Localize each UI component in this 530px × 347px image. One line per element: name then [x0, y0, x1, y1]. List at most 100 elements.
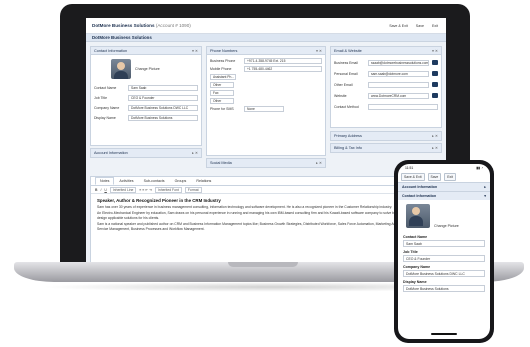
phone-save-button[interactable]: Save [427, 173, 442, 181]
record-toolbar: Save & Exit Save Exit [387, 23, 440, 29]
phone-contact-photo [406, 204, 430, 228]
field-input[interactable]: Sam Saab [128, 85, 198, 91]
expand-icon[interactable]: ▸ ✕ [432, 146, 438, 150]
field-input[interactable]: Fax [210, 90, 234, 96]
email-icon[interactable] [432, 60, 438, 65]
contact-info-header[interactable]: Contact Information ▾ ✕ [91, 47, 201, 55]
contact-info-title: Contact Information [94, 48, 128, 53]
underline-icon[interactable]: U [104, 188, 106, 192]
phone-field-label: Contact Name [403, 235, 428, 239]
collapse-icon[interactable]: ▾ ✕ [192, 49, 198, 53]
line-style-select[interactable]: Inherited Line [109, 186, 137, 193]
record-header: DotMore Business Solutions (Account # 10… [86, 18, 446, 34]
field-input[interactable]: ssaab@dotmorebusinesssolutions.com [368, 59, 429, 66]
tab-notes[interactable]: Notes [95, 177, 115, 185]
account-info-header[interactable]: Account Information ▸ ✕ [91, 149, 201, 157]
phone-field-input[interactable]: DotMore Business Solutions [403, 285, 485, 292]
field-input[interactable]: CEO & Founder [128, 95, 198, 101]
field-input[interactable]: DotMore Business Solutions DWC LLC [128, 105, 198, 111]
tab-groups[interactable]: Groups [170, 177, 192, 185]
record-title: DotMore Business Solutions (Account # 10… [92, 23, 191, 28]
billing-header[interactable]: Billing & Tax Info ▸ ✕ [331, 144, 441, 152]
phone-fields: Business Phone +971-4-358-9745 Ext. 215 Mo… [207, 55, 325, 105]
field-input[interactable]: DotMore Business Solutions [128, 115, 198, 121]
assistant-select[interactable]: Assistant Ph... [210, 74, 236, 80]
phone-field-label: Job Title [403, 250, 418, 254]
contact-field-row: Display Name DotMore Business Solutions [91, 113, 201, 123]
contact-field-row: Contact Name Sam Saab [91, 83, 201, 93]
phone-field-row: Mobile Phone +1 755-480-4462 [207, 65, 325, 73]
expand-icon[interactable]: ▸ ✕ [192, 151, 198, 155]
field-label: Business Email [334, 60, 358, 65]
field-input[interactable]: sam.saab@dotmore.com [368, 70, 429, 77]
field-input[interactable]: Other [210, 82, 234, 88]
format-select[interactable]: Format [184, 186, 202, 193]
tab-relations[interactable]: Relations [191, 177, 216, 185]
bold-icon[interactable]: B [95, 188, 97, 192]
assistant-row: Assistant Ph... [207, 73, 325, 81]
collapse-icon[interactable]: ▾ [484, 194, 486, 198]
field-input[interactable]: +971-4-358-9745 Ext. 215 [244, 58, 322, 64]
phone-field-row: Fax [207, 89, 325, 97]
phone-change-picture-link[interactable]: Change Picture [434, 224, 459, 228]
change-picture-link[interactable]: Change Picture [135, 67, 160, 71]
collapse-icon[interactable]: ▾ ✕ [316, 49, 322, 53]
field-input[interactable] [368, 81, 429, 88]
phone-field-input[interactable]: DotMore Business Solutions DWC LLC [403, 270, 485, 277]
phone-field-input[interactable]: CEO & Founder [403, 255, 485, 262]
billing-panel[interactable]: Billing & Tax Info ▸ ✕ [330, 143, 442, 153]
email-field-row: Contact Method [331, 101, 441, 112]
device-mockup: DotMore Business Solutions (Account # 10… [0, 0, 530, 347]
notes-paragraph: Sam is a national speaker and published … [97, 222, 426, 231]
save-exit-button[interactable]: Save & Exit [387, 23, 410, 29]
save-button[interactable]: Save [414, 23, 426, 29]
font-select[interactable]: Inherited Font [154, 186, 182, 193]
exit-button[interactable]: Exit [430, 23, 440, 29]
tab-activities[interactable]: Activities [114, 177, 138, 185]
primary-address-panel[interactable]: Primary Address ▸ ✕ [330, 131, 442, 141]
collapse-icon[interactable]: ▾ ✕ [432, 49, 438, 53]
field-input[interactable] [368, 103, 438, 110]
social-media-panel[interactable]: Social Media ▸ ✕ [206, 158, 326, 168]
italic-icon[interactable]: I [100, 188, 101, 192]
expand-icon[interactable]: ▸ [484, 185, 486, 189]
phone-numbers-header[interactable]: Phone Numbers ▾ ✕ [207, 47, 325, 55]
field-input[interactable]: Other [210, 98, 234, 104]
contact-field-row: Job Title CEO & Founder [91, 93, 201, 103]
contact-field-row: Company Name DotMore Business Solutions D… [91, 103, 201, 113]
notes-paragraph: An Electro-Mechanical Engineer by educat… [97, 211, 428, 220]
notes-heading: Speaker, Author & Recognized Pioneer in … [97, 198, 221, 203]
field-input[interactable]: +1 755-480-4462 [244, 66, 322, 72]
phone-contact-info[interactable]: Contact Information ▾ [398, 191, 490, 200]
phone-save-exit-button[interactable]: Save & Exit [401, 173, 425, 181]
sms-row: Phone for SMS None [207, 105, 325, 113]
phone-field-row: Other [207, 97, 325, 105]
billing-title: Billing & Tax Info [334, 146, 362, 150]
email-website-panel: Email & Website ▾ ✕ Business Email ssaab@d… [330, 46, 442, 128]
phone-field-input[interactable]: Sam Saab [403, 240, 485, 247]
field-label: Contact Name [94, 86, 117, 90]
tab-sub-contacts[interactable]: Sub-contacts [139, 177, 170, 185]
social-media-header[interactable]: Social Media ▸ ✕ [207, 159, 325, 167]
phone-screen: 11:51 ▮▮ ◔ Save & Exit Save Exit Account In… [398, 164, 490, 339]
sms-select[interactable]: None [244, 106, 284, 112]
account-info-panel[interactable]: Account Information ▸ ✕ [90, 148, 202, 158]
globe-icon[interactable] [432, 93, 438, 98]
notes-paragraph: Sam has over 30 years of experience in b… [97, 205, 393, 209]
email-icon[interactable] [432, 71, 438, 76]
primary-address-header[interactable]: Primary Address ▸ ✕ [331, 132, 441, 140]
phone-field-row: Business Phone +971-4-358-9745 Ext. 215 [207, 57, 325, 65]
list-icon[interactable]: ≡ ≡ ⇤ ⇥ [139, 188, 151, 192]
notes-body[interactable]: Speaker, Author & Recognized Pioneer in … [91, 198, 441, 231]
expand-icon[interactable]: ▸ ✕ [316, 161, 322, 165]
phone-account-info[interactable]: Account Information ▸ [398, 182, 490, 191]
email-website-header[interactable]: Email & Website ▾ ✕ [331, 47, 441, 55]
expand-icon[interactable]: ▸ ✕ [432, 134, 438, 138]
phone-form-fields: Contact Name Sam Saab Job Title CEO & Found… [398, 235, 490, 292]
phone-exit-button[interactable]: Exit [444, 173, 456, 181]
phone-field-label: Company Name [403, 265, 431, 269]
contact-fields: Contact Name Sam Saab Job Title CEO & Found… [91, 83, 201, 123]
email-icon[interactable] [432, 82, 438, 87]
phone-numbers-title: Phone Numbers [210, 48, 238, 53]
field-input[interactable]: www.DotmoreCRM.com [368, 92, 429, 99]
